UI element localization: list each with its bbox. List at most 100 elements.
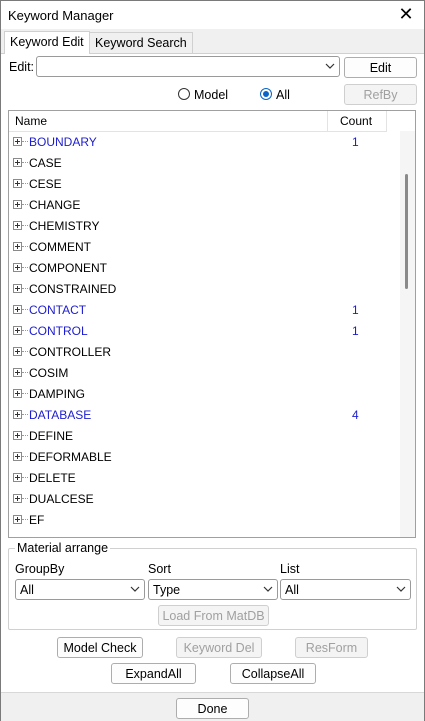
tree-item[interactable]: CHEMISTRY xyxy=(9,216,387,237)
tab-label: Keyword Search xyxy=(95,36,187,50)
tree-item[interactable]: BOUNDARY 1 xyxy=(9,132,387,153)
tree-item-name: CHEMISTRY xyxy=(29,219,100,233)
tree-item-name: COMPONENT xyxy=(29,261,107,275)
sort-value: Type xyxy=(153,583,181,597)
tree-item[interactable]: COMMENT xyxy=(9,237,387,258)
tree-connector xyxy=(22,435,28,436)
tree-item-count: 1 xyxy=(352,303,359,317)
keyword-tree[interactable]: Name Count BOUNDARY 1 CASE CESE CHANGE CHEMIS… xyxy=(8,110,416,538)
tree-item[interactable]: CASE xyxy=(9,153,387,174)
tree-item[interactable]: CONTROLLER xyxy=(9,342,387,363)
expand-plus-icon[interactable] xyxy=(13,137,22,146)
tree-item[interactable]: CHANGE xyxy=(9,195,387,216)
resform-button[interactable]: ResForm xyxy=(295,637,368,658)
column-header-count[interactable]: Count xyxy=(340,114,372,128)
tree-item-name: CONTACT xyxy=(29,303,87,317)
expand-plus-icon[interactable] xyxy=(13,158,22,167)
refby-button[interactable]: RefBy xyxy=(344,84,417,105)
groupby-select[interactable]: All xyxy=(15,579,145,600)
tree-item[interactable]: DATABASE 4 xyxy=(9,405,387,426)
expand-plus-icon[interactable] xyxy=(13,368,22,377)
tree-connector xyxy=(22,498,28,499)
collapse-all-button[interactable]: CollapseAll xyxy=(230,663,316,684)
tree-item[interactable]: DEFINE xyxy=(9,426,387,447)
tree-connector xyxy=(22,393,28,394)
keyword-del-button[interactable]: Keyword Del xyxy=(176,637,262,658)
expand-plus-icon[interactable] xyxy=(13,179,22,188)
title-bar: Keyword Manager ✕ xyxy=(1,1,424,29)
expand-plus-icon[interactable] xyxy=(13,200,22,209)
expand-plus-icon[interactable] xyxy=(13,305,22,314)
tab-keyword-edit[interactable]: Keyword Edit xyxy=(4,31,90,54)
model-radio[interactable] xyxy=(178,88,190,100)
expand-plus-icon[interactable] xyxy=(13,347,22,356)
expand-plus-icon[interactable] xyxy=(13,473,22,482)
expand-plus-icon[interactable] xyxy=(13,452,22,461)
tree-item-name: COMMENT xyxy=(29,240,91,254)
edit-button[interactable]: Edit xyxy=(344,57,417,78)
tree-item-name: CONTROL xyxy=(29,324,88,338)
material-arrange-title: Material arrange xyxy=(15,541,111,555)
tree-item[interactable]: CONSTRAINED xyxy=(9,279,387,300)
tree-item[interactable]: DUALCESE xyxy=(9,489,387,510)
expand-plus-icon[interactable] xyxy=(13,431,22,440)
sort-label: Sort xyxy=(148,562,171,576)
tree-connector xyxy=(22,456,28,457)
tree-connector xyxy=(22,477,28,478)
model-check-button[interactable]: Model Check xyxy=(57,637,143,658)
tree-item-name: CONTROLLER xyxy=(29,345,112,359)
tree-connector xyxy=(22,519,28,520)
tab-keyword-search[interactable]: Keyword Search xyxy=(89,32,193,53)
tree-item-name: CONSTRAINED xyxy=(29,282,117,296)
model-radio-label: Model xyxy=(194,88,229,102)
tree-item[interactable]: EF xyxy=(9,510,387,531)
tree-connector xyxy=(22,288,28,289)
chevron-down-icon xyxy=(263,586,273,592)
tree-connector xyxy=(22,309,28,310)
done-button[interactable]: Done xyxy=(176,698,249,719)
edit-combobox[interactable] xyxy=(36,56,340,77)
vertical-scrollbar[interactable] xyxy=(400,131,415,537)
expand-plus-icon[interactable] xyxy=(13,263,22,272)
expand-plus-icon[interactable] xyxy=(13,389,22,398)
tree-item[interactable]: CESE xyxy=(9,174,387,195)
tree-item[interactable]: CONTACT 1 xyxy=(9,300,387,321)
all-radio-label: All xyxy=(276,88,290,102)
tree-item[interactable]: DAMPING xyxy=(9,384,387,405)
tree-item-name: CASE xyxy=(29,156,62,170)
expand-plus-icon[interactable] xyxy=(13,284,22,293)
scrollbar-thumb[interactable] xyxy=(405,174,408,289)
tree-item[interactable]: CONTROL 1 xyxy=(9,321,387,342)
tree-connector xyxy=(22,225,28,226)
keyword-manager-window: Keyword Manager ✕ Keyword Edit Keyword S… xyxy=(0,0,425,721)
tree-item[interactable]: DEFORMABLE xyxy=(9,447,387,468)
tree-item-name: DELETE xyxy=(29,471,76,485)
all-radio[interactable] xyxy=(260,88,272,100)
tree-item[interactable]: DELETE xyxy=(9,468,387,489)
tree-connector xyxy=(22,351,28,352)
sort-select[interactable]: Type xyxy=(148,579,278,600)
expand-plus-icon[interactable] xyxy=(13,410,22,419)
expand-plus-icon[interactable] xyxy=(13,515,22,524)
tab-label: Keyword Edit xyxy=(10,35,84,49)
tree-item-count: 1 xyxy=(352,324,359,338)
tree-header: Name Count xyxy=(9,111,387,132)
tree-item[interactable]: COMPONENT xyxy=(9,258,387,279)
expand-plus-icon[interactable] xyxy=(13,326,22,335)
list-label: List xyxy=(280,562,300,576)
chevron-down-icon xyxy=(325,63,335,69)
expand-plus-icon[interactable] xyxy=(13,242,22,251)
edit-label: Edit: xyxy=(9,60,35,74)
list-select[interactable]: All xyxy=(280,579,411,600)
expand-plus-icon[interactable] xyxy=(13,494,22,503)
expand-plus-icon[interactable] xyxy=(13,221,22,230)
column-header-name[interactable]: Name xyxy=(15,114,47,128)
tree-item[interactable]: COSIM xyxy=(9,363,387,384)
load-from-matdb-button[interactable]: Load From MatDB xyxy=(158,605,269,626)
tree-connector xyxy=(22,246,28,247)
list-value: All xyxy=(285,583,299,597)
column-divider xyxy=(327,111,328,131)
expand-all-button[interactable]: ExpandAll xyxy=(111,663,196,684)
close-icon[interactable]: ✕ xyxy=(396,4,416,24)
tree-connector xyxy=(22,372,28,373)
